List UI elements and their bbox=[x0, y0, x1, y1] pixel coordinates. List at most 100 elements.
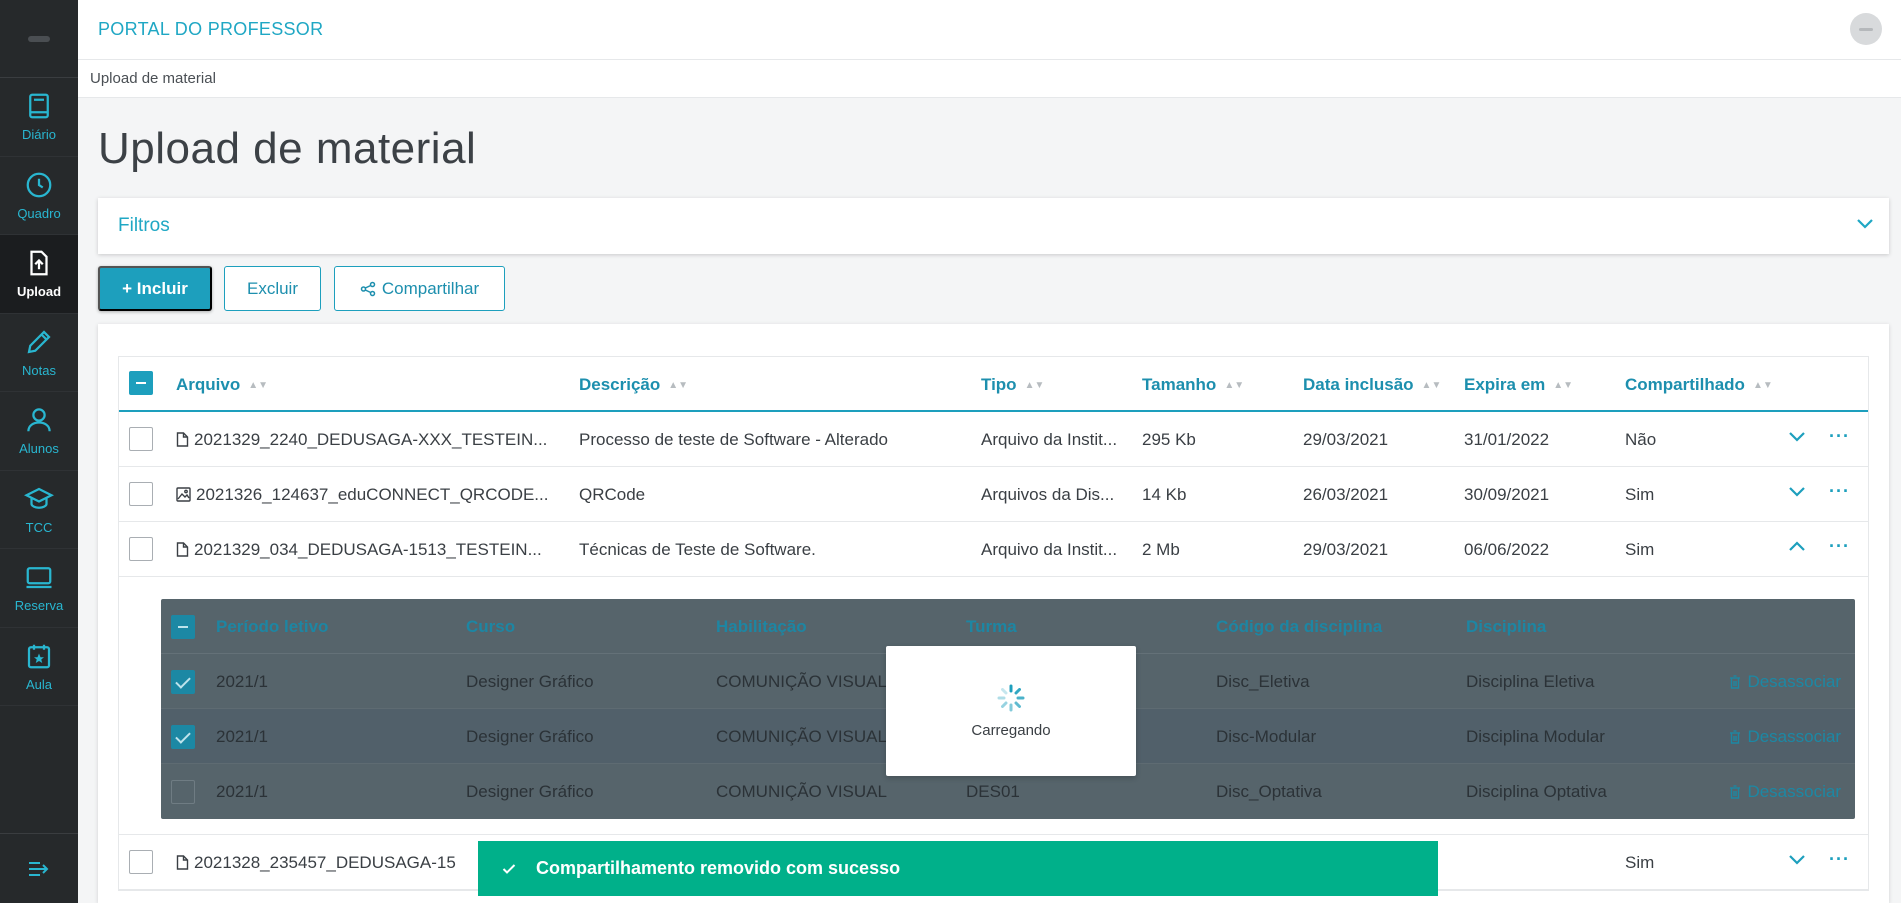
file-shared: Sim bbox=[1625, 540, 1655, 559]
select-all-checkbox[interactable] bbox=[129, 371, 153, 395]
file-name: 2021329_2240_DEDUSAGA-XXX_TESTEIN... bbox=[194, 430, 548, 449]
unlink-button[interactable]: Desassociar bbox=[1729, 672, 1841, 692]
row-checkbox[interactable] bbox=[129, 850, 153, 874]
share-button-label: Compartilhar bbox=[381, 278, 480, 298]
sidebar-item-alunos[interactable]: Alunos bbox=[0, 392, 78, 471]
more-options-icon[interactable]: ··· bbox=[1829, 536, 1850, 557]
subtable-cell-disciplina: Disciplina Eletiva bbox=[1466, 672, 1595, 691]
subtable-cell-habilitacao: COMUNIÇÃO VISUAL bbox=[716, 672, 887, 691]
column-header-expira-em[interactable]: Expira em ▲▼ bbox=[1464, 375, 1573, 395]
sidebar-collapse-button[interactable] bbox=[0, 833, 78, 903]
chevron-down-icon[interactable] bbox=[1855, 216, 1875, 230]
column-header-tamanho[interactable]: Tamanho ▲▼ bbox=[1142, 375, 1244, 395]
sidebar-item-quadro[interactable]: Quadro bbox=[0, 157, 78, 235]
column-header-data-inclusao[interactable]: Data inclusão ▲▼ bbox=[1303, 375, 1441, 395]
sidebar-item-tcc[interactable]: TCC bbox=[0, 471, 78, 549]
share-button[interactable]: Compartilhar bbox=[334, 266, 505, 311]
sidebar: Diário Quadro Upload Notas Alunos TCC Re… bbox=[0, 0, 78, 903]
sidebar-item-upload[interactable]: Upload bbox=[0, 235, 78, 314]
table-row[interactable]: 2021326_124637_eduCONNECT_QRCODE... QRCo… bbox=[119, 467, 1868, 522]
materials-table: Arquivo ▲▼ Descrição ▲▼ Tipo ▲▼ Tamanho ▲▼ D… bbox=[118, 356, 1869, 891]
file-description: Técnicas de Teste de Software. bbox=[579, 540, 816, 559]
chevron-down-icon[interactable] bbox=[1788, 485, 1806, 497]
file-size: 295 Kb bbox=[1142, 430, 1196, 449]
table-row[interactable]: 2021329_2240_DEDUSAGA-XXX_TESTEIN... Pro… bbox=[119, 412, 1868, 467]
trash-icon bbox=[1730, 785, 1741, 799]
file-size: 14 Kb bbox=[1142, 485, 1187, 504]
column-header-arquivo[interactable]: Arquivo ▲▼ bbox=[176, 375, 268, 395]
more-options-icon[interactable]: ··· bbox=[1829, 426, 1850, 447]
monitor-icon bbox=[26, 567, 52, 589]
logo bbox=[0, 0, 78, 78]
subtable-header-turma: Turma bbox=[966, 617, 1017, 636]
sidebar-item-diario[interactable]: Diário bbox=[0, 78, 78, 157]
image-icon bbox=[176, 487, 191, 502]
file-icon bbox=[176, 432, 189, 447]
file-name: 2021329_034_DEDUSAGA-1513_TESTEIN... bbox=[194, 540, 542, 559]
file-description: QRCode bbox=[579, 485, 646, 504]
subtable-row-checkbox[interactable] bbox=[171, 670, 195, 694]
column-header-compartilhado[interactable]: Compartilhado ▲▼ bbox=[1625, 375, 1773, 395]
subtable-cell-habilitacao: COMUNIÇÃO VISUAL bbox=[716, 782, 887, 801]
file-shared: Não bbox=[1625, 430, 1657, 449]
subtable-header-habilitacao: Habilitação bbox=[716, 617, 807, 636]
avatar[interactable] bbox=[1850, 13, 1882, 45]
column-header-tipo[interactable]: Tipo ▲▼ bbox=[981, 375, 1044, 395]
file-description: Processo de teste de Software - Alterado bbox=[579, 430, 889, 449]
chevron-down-icon[interactable] bbox=[1788, 430, 1806, 442]
row-checkbox[interactable] bbox=[129, 427, 153, 451]
page-title: Upload de material bbox=[98, 124, 477, 173]
success-toast[interactable]: Compartilhamento removido com sucesso bbox=[478, 841, 1438, 896]
pencil-icon bbox=[27, 330, 51, 354]
sidebar-item-aula[interactable]: Aula bbox=[0, 628, 78, 706]
file-icon bbox=[176, 542, 189, 557]
chevron-up-icon[interactable] bbox=[1788, 540, 1806, 552]
column-header-descricao[interactable]: Descrição ▲▼ bbox=[579, 375, 688, 395]
row-checkbox[interactable] bbox=[129, 482, 153, 506]
unlink-button[interactable]: Desassociar bbox=[1729, 782, 1841, 802]
subtable-cell-turma: DES01 bbox=[966, 782, 1020, 801]
subtable-cell-periodo: 2021/1 bbox=[216, 727, 268, 746]
more-options-icon[interactable]: ··· bbox=[1829, 481, 1850, 502]
toast-message: Compartilhamento removido com sucesso bbox=[536, 858, 901, 878]
unlink-button[interactable]: Desassociar bbox=[1729, 727, 1841, 747]
subtable-header-periodo: Período letivo bbox=[216, 617, 329, 636]
sidebar-item-notas[interactable]: Notas bbox=[0, 314, 78, 392]
table-header: Arquivo ▲▼ Descrição ▲▼ Tipo ▲▼ Tamanho ▲▼ D… bbox=[119, 357, 1868, 412]
topbar: PORTAL DO PROFESSOR bbox=[78, 0, 1901, 60]
materials-panel: Arquivo ▲▼ Descrição ▲▼ Tipo ▲▼ Tamanho ▲▼ D… bbox=[98, 324, 1889, 903]
subtable-cell-curso: Designer Gráfico bbox=[466, 782, 594, 801]
file-type: Arquivos da Dis... bbox=[981, 485, 1115, 504]
check-icon bbox=[502, 863, 516, 874]
more-options-icon[interactable]: ··· bbox=[1829, 849, 1850, 870]
graduation-cap-icon bbox=[24, 487, 54, 509]
trash-icon bbox=[1730, 730, 1741, 744]
subtable-row-checkbox[interactable] bbox=[171, 725, 195, 749]
file-icon bbox=[176, 855, 189, 870]
subtable-cell-curso: Designer Gráfico bbox=[466, 727, 594, 746]
filters-panel[interactable]: Filtros bbox=[98, 198, 1889, 254]
file-expiry-date: 31/01/2022 bbox=[1464, 430, 1550, 449]
filters-title: Filtros bbox=[118, 215, 170, 236]
subtable-select-all-checkbox[interactable] bbox=[171, 615, 195, 639]
delete-button[interactable]: Excluir bbox=[224, 266, 321, 311]
sidebar-item-reserva[interactable]: Reserva bbox=[0, 549, 78, 628]
subtable-cell-curso: Designer Gráfico bbox=[466, 672, 594, 691]
subtable-header-codigo: Código da disciplina bbox=[1216, 617, 1383, 636]
subtable-cell-periodo: 2021/1 bbox=[216, 782, 268, 801]
file-expiry-date: 06/06/2022 bbox=[1464, 540, 1550, 559]
subtable-cell-codigo: Disc-Modular bbox=[1216, 727, 1317, 746]
chevron-down-icon[interactable] bbox=[1788, 853, 1806, 865]
user-icon bbox=[27, 408, 51, 432]
file-type: Arquivo da Instit... bbox=[981, 430, 1118, 449]
subtable-row-checkbox[interactable] bbox=[171, 780, 195, 804]
include-button[interactable]: + Incluir bbox=[98, 266, 212, 311]
row-checkbox[interactable] bbox=[129, 537, 153, 561]
file-size: 2 Mb bbox=[1142, 540, 1180, 559]
file-name: 2021328_235457_DEDUSAGA-15 bbox=[194, 853, 456, 872]
file-name: 2021326_124637_eduCONNECT_QRCODE... bbox=[196, 485, 549, 504]
subtable-cell-disciplina: Disciplina Optativa bbox=[1466, 782, 1607, 801]
subtable-cell-habilitacao: COMUNIÇÃO VISUAL bbox=[716, 727, 887, 746]
file-included-date: 29/03/2021 bbox=[1303, 430, 1389, 449]
table-row[interactable]: 2021329_034_DEDUSAGA-1513_TESTEIN... Téc… bbox=[119, 522, 1868, 577]
